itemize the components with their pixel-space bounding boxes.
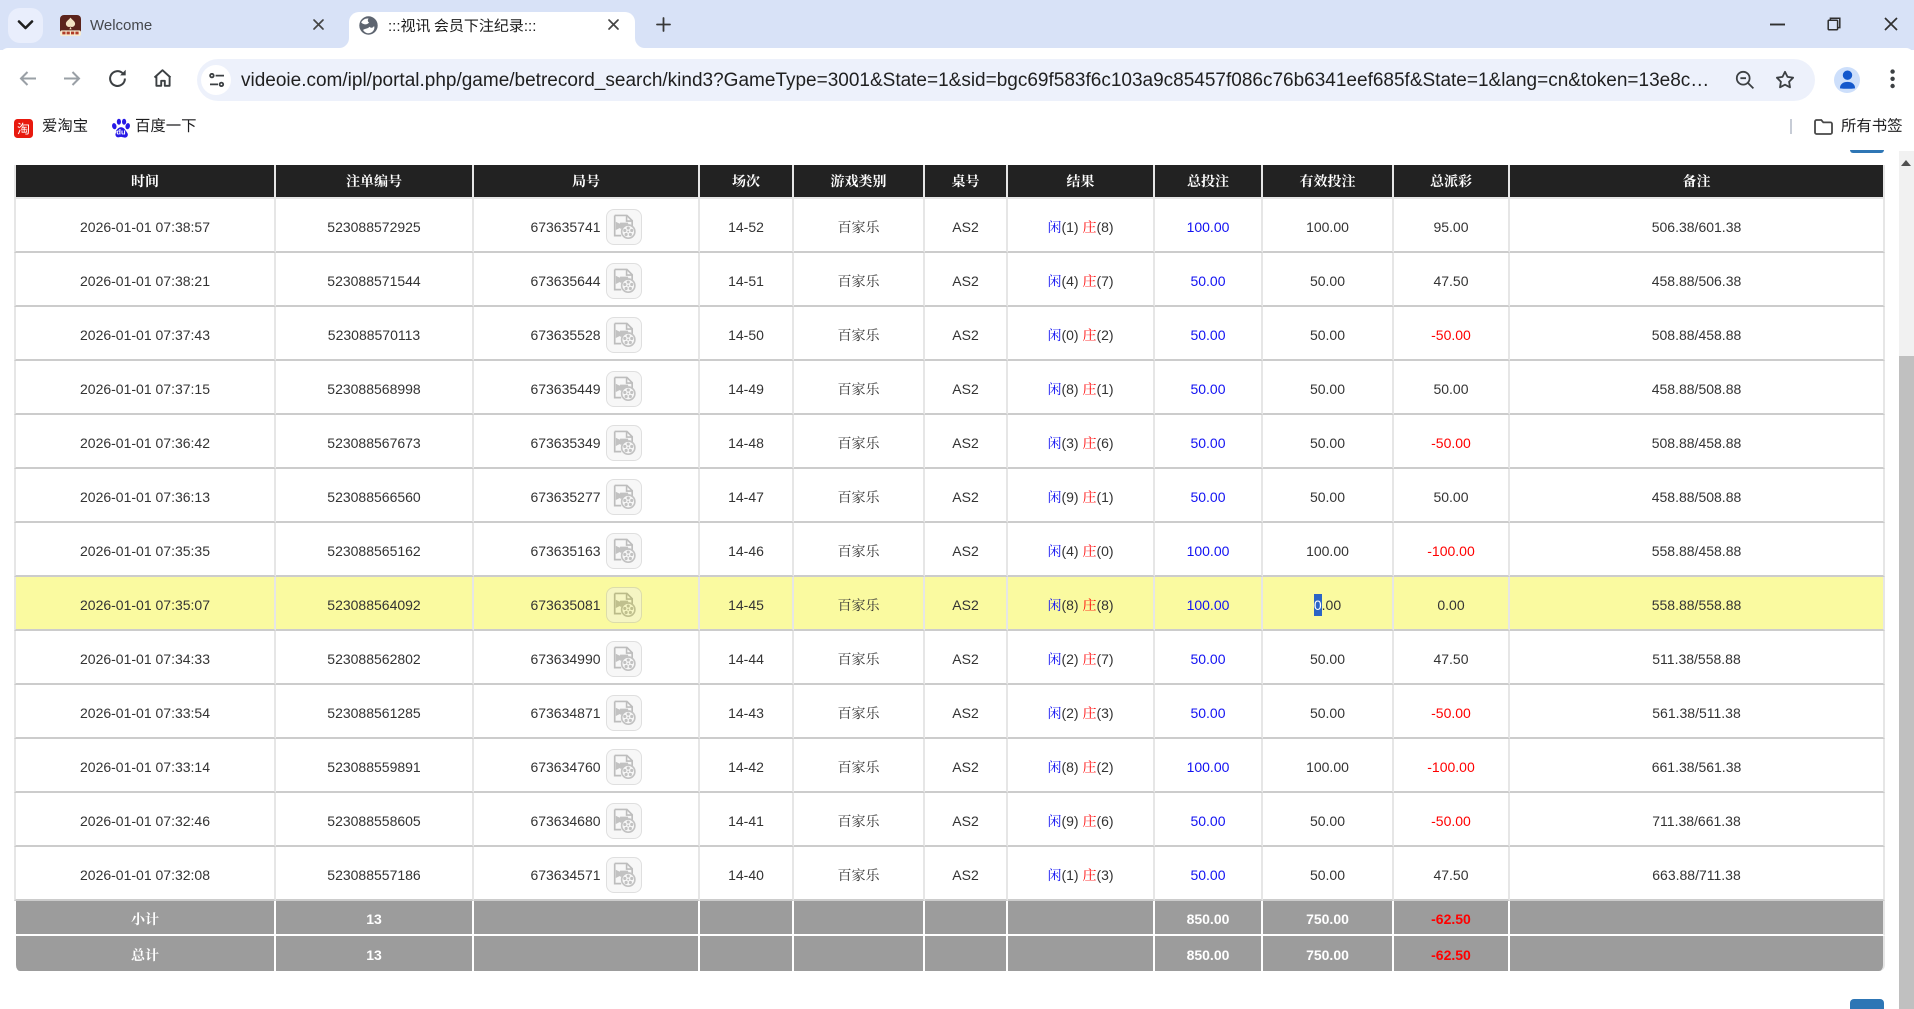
svg-text:淘: 淘 [17, 119, 30, 138]
svg-text:du: du [116, 127, 126, 136]
